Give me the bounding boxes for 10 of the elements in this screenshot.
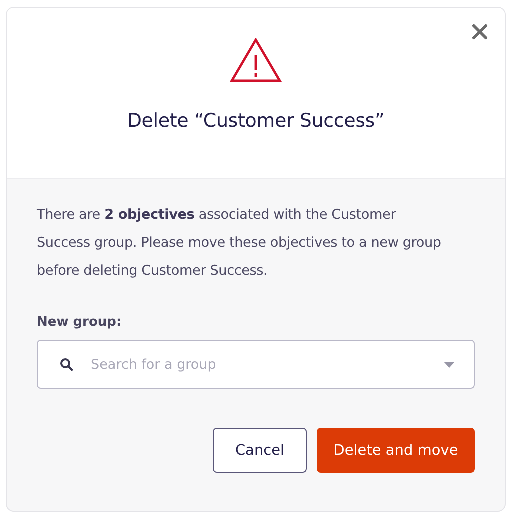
group-search-field[interactable]: Search for a group xyxy=(37,340,475,389)
dialog-message: There are 2 objectives associated with the Customer Success group. Please move these objectives to a new group before deleting Customer Success. xyxy=(37,206,442,281)
caret-icon xyxy=(444,362,455,368)
cancel-button[interactable]: Cancel xyxy=(213,428,307,473)
delete-button[interactable]: Delete and move xyxy=(317,428,475,473)
warning-icon xyxy=(230,38,282,83)
field-label: New group: xyxy=(37,315,123,330)
close-icon[interactable] xyxy=(472,24,488,40)
dialog-title: Delete “Customer Success” xyxy=(127,110,385,132)
search-icon xyxy=(60,358,73,371)
